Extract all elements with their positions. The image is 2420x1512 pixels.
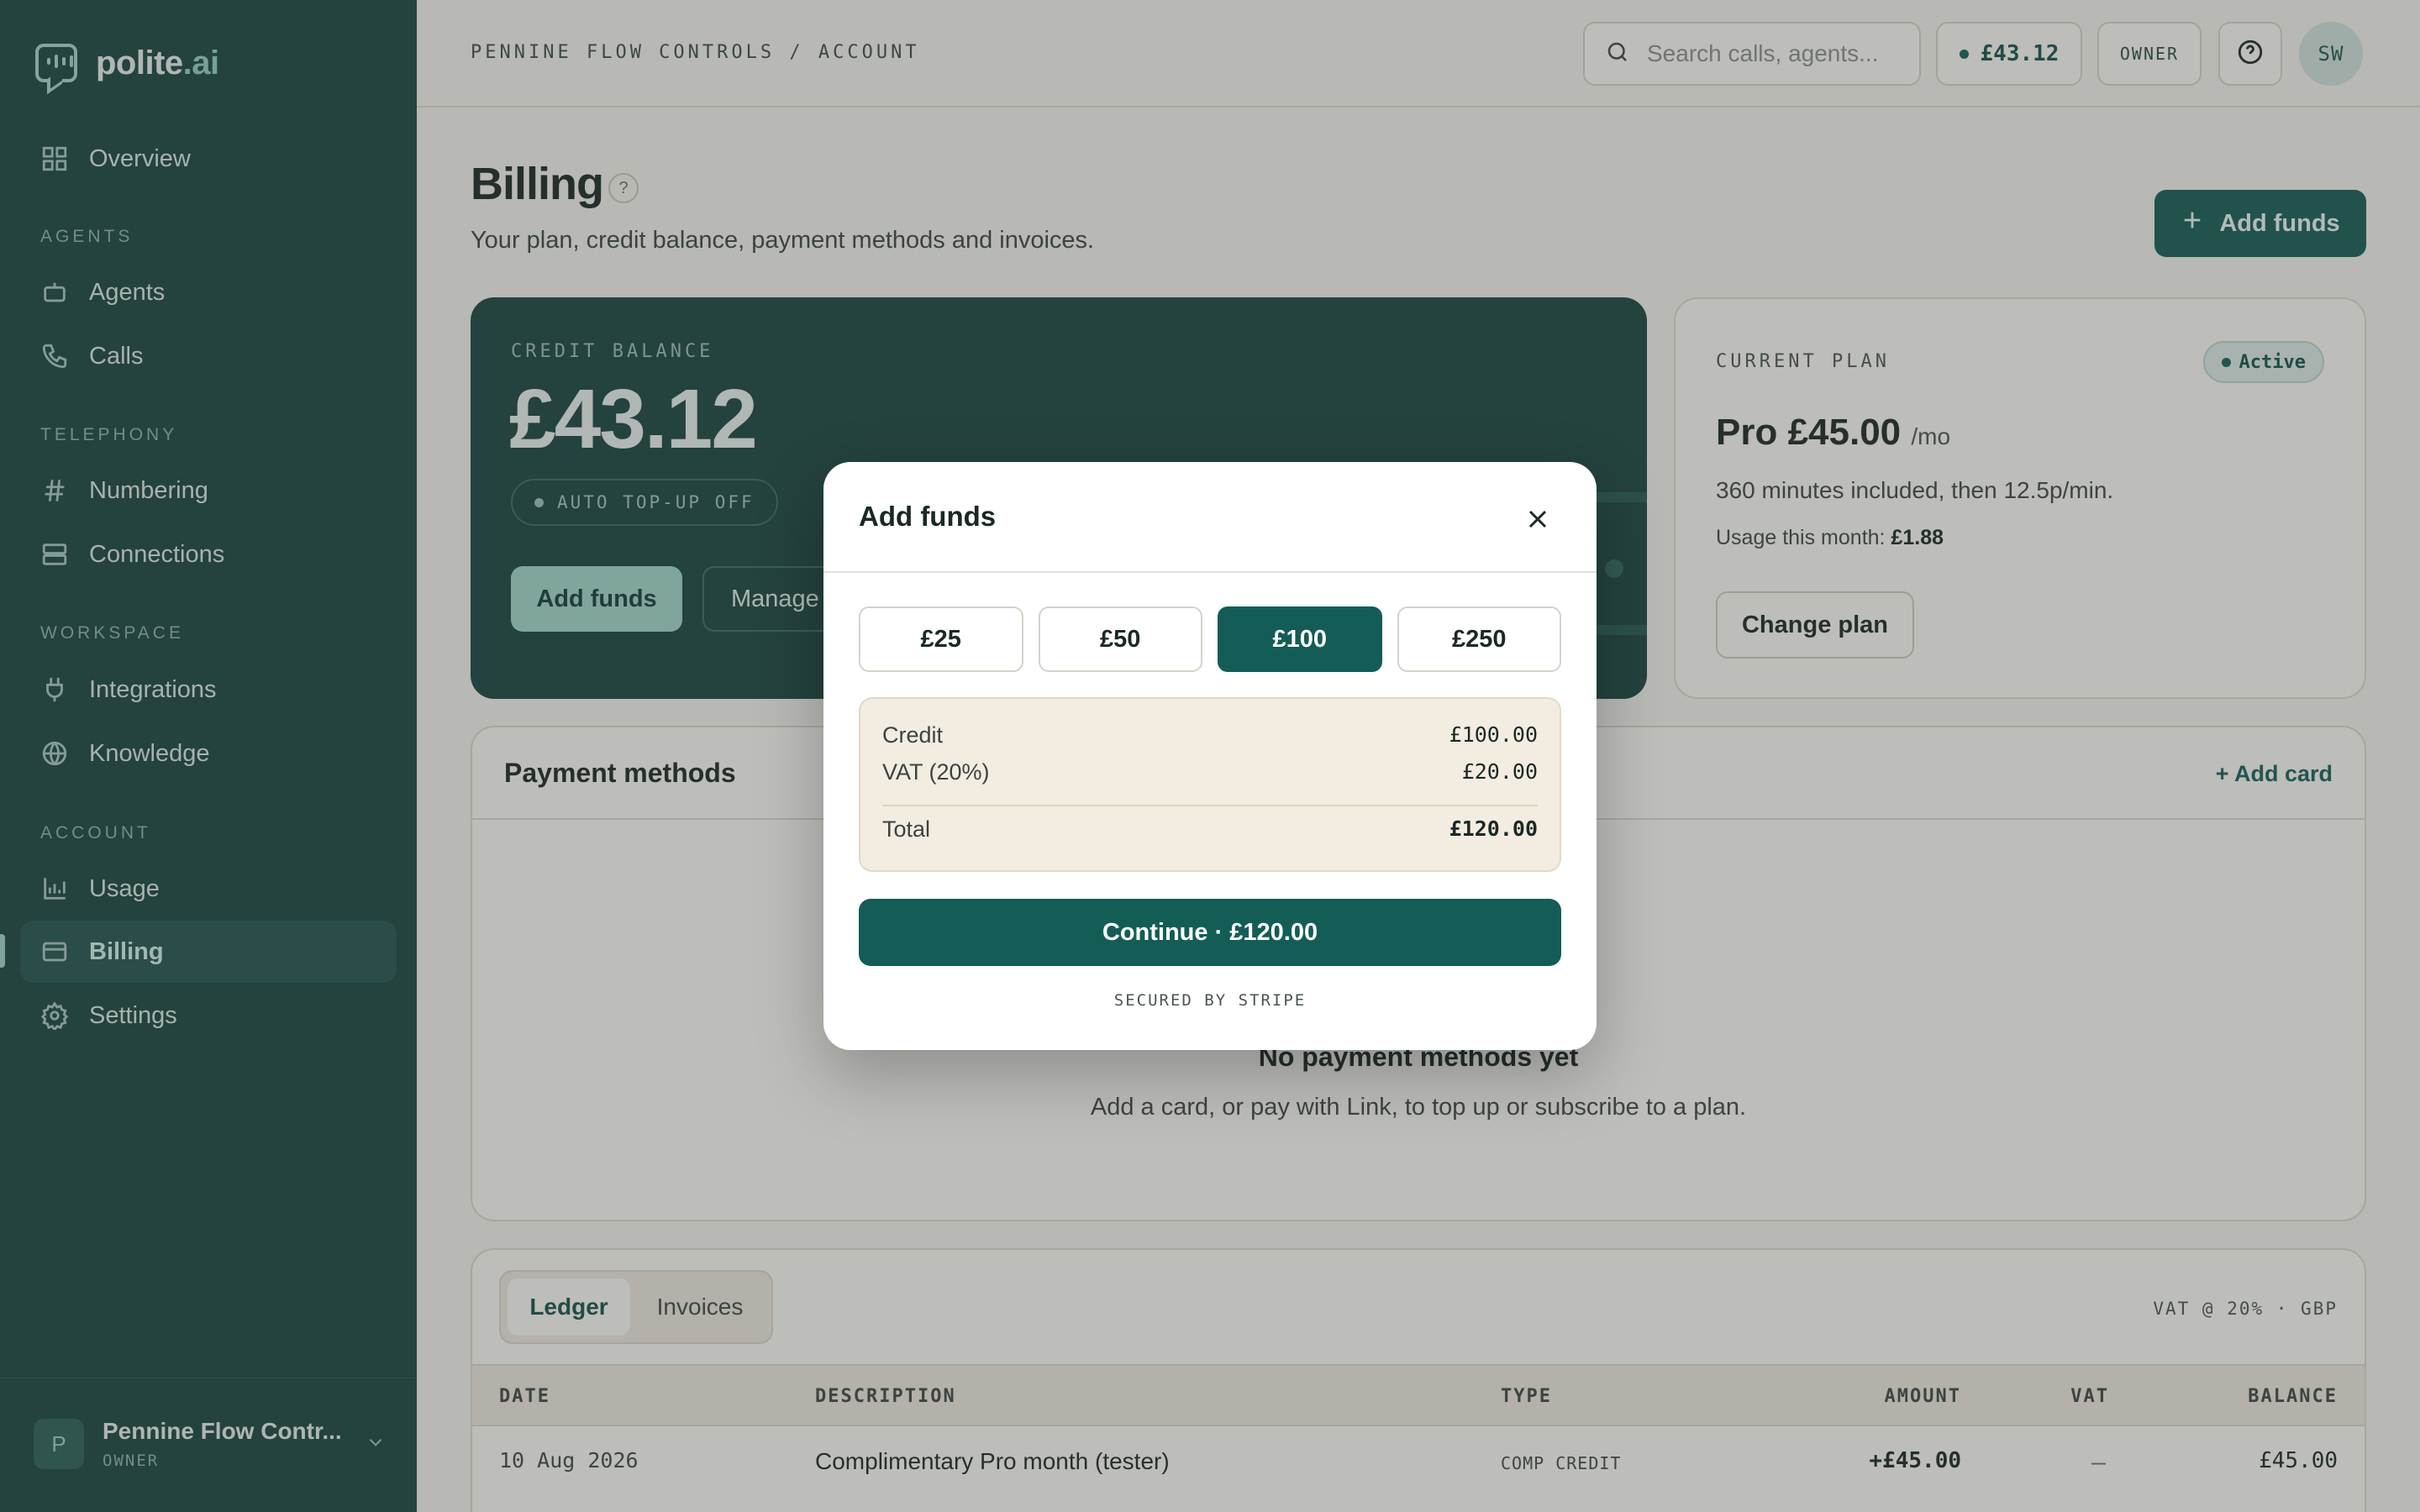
summary-credit-row: Credit £100.00 xyxy=(882,722,1538,748)
summary-total-row: Total £120.00 xyxy=(882,816,1538,843)
summary-total-value: £120.00 xyxy=(1449,816,1538,841)
amount-option-50[interactable]: £50 xyxy=(1038,606,1202,672)
summary-total-label: Total xyxy=(882,816,931,842)
modal-title: Add funds xyxy=(859,501,997,532)
summary-vat-label: VAT (20%) xyxy=(882,759,990,785)
amount-option-100[interactable]: £100 xyxy=(1218,606,1382,672)
continue-button[interactable]: Continue · £120.00 xyxy=(859,899,1561,966)
close-icon[interactable] xyxy=(1523,504,1553,534)
summary-credit-value: £100.00 xyxy=(1449,722,1538,747)
summary-credit-label: Credit xyxy=(882,722,944,748)
add-funds-modal: Add funds £25 £50 £100 £250 Credit £100.… xyxy=(823,462,1597,1050)
summary-vat-value: £20.00 xyxy=(1461,759,1538,784)
modal-divider xyxy=(823,571,1597,573)
order-summary: Credit £100.00 VAT (20%) £20.00 Total £1… xyxy=(859,697,1561,872)
summary-vat-row: VAT (20%) £20.00 xyxy=(882,759,1538,785)
amount-options: £25 £50 £100 £250 xyxy=(859,606,1561,672)
secured-by-stripe: SECURED BY STRIPE xyxy=(1113,991,1307,1010)
summary-divider xyxy=(882,805,1538,806)
amount-option-25[interactable]: £25 xyxy=(859,606,1023,672)
amount-option-250[interactable]: £250 xyxy=(1397,606,1561,672)
